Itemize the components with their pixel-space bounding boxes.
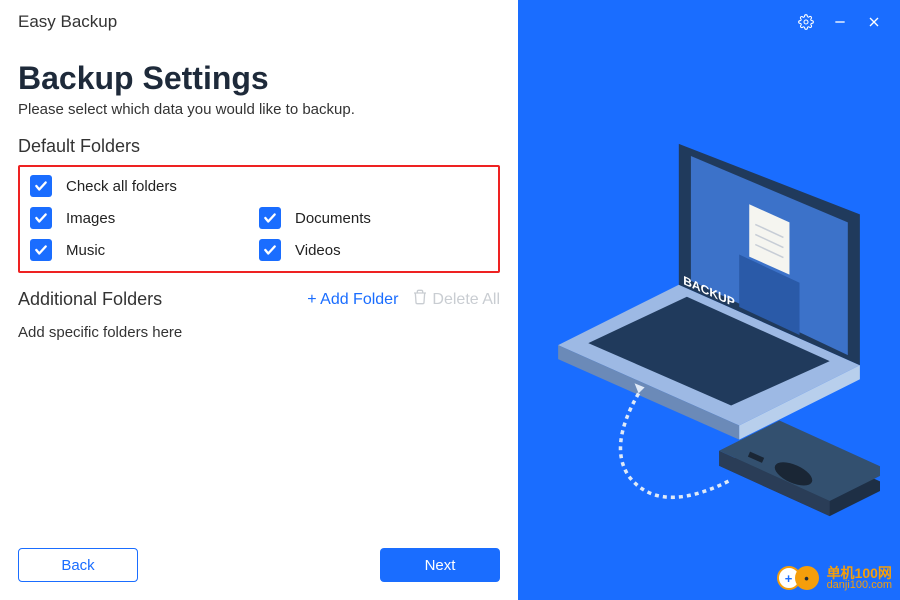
add-folder-button[interactable]: + Add Folder [307,291,398,309]
bottom-bar: Back Next [18,548,500,582]
documents-row[interactable]: Documents [259,207,488,229]
watermark-url: danji100.com [827,580,892,591]
additional-placeholder: Add specific folders here [18,324,500,341]
watermark-cn: 单机100网 [827,566,892,580]
watermark: + • 单机100网 danji100.com [777,564,892,592]
watermark-icon: + • [777,564,821,592]
gear-icon[interactable] [798,14,814,30]
documents-checkbox[interactable] [259,207,281,229]
back-button[interactable]: Back [18,548,138,582]
delete-all-button[interactable]: Delete All [412,289,500,310]
additional-folders-label: Additional Folders [18,289,162,310]
additional-header: Additional Folders + Add Folder Delete A… [18,289,500,310]
images-row[interactable]: Images [30,207,259,229]
music-label: Music [66,242,105,259]
page-description: Please select which data you would like … [18,101,500,118]
check-all-row[interactable]: Check all folders [30,175,488,197]
music-checkbox[interactable] [30,239,52,261]
backup-illustration: BACKUP [538,140,880,520]
close-icon[interactable] [866,14,882,30]
check-all-label: Check all folders [66,178,177,195]
right-panel: BACKUP + • 单机100网 danji100.com [518,0,900,600]
documents-label: Documents [295,210,371,227]
default-folders-highlight: Check all folders Images Documents Music [18,165,500,273]
window-controls [798,14,882,30]
additional-actions: + Add Folder Delete All [307,289,500,310]
music-row[interactable]: Music [30,239,259,261]
images-checkbox[interactable] [30,207,52,229]
videos-row[interactable]: Videos [259,239,488,261]
minimize-icon[interactable] [832,14,848,30]
app-title: Easy Backup [18,12,500,32]
videos-label: Videos [295,242,341,259]
default-folders-label: Default Folders [18,136,500,157]
page-title: Backup Settings [18,60,500,97]
check-all-checkbox[interactable] [30,175,52,197]
next-button[interactable]: Next [380,548,500,582]
videos-checkbox[interactable] [259,239,281,261]
delete-all-label: Delete All [432,291,500,309]
left-panel: Easy Backup Backup Settings Please selec… [0,0,518,600]
folder-grid: Check all folders Images Documents Music [30,175,488,261]
images-label: Images [66,210,115,227]
trash-icon [412,289,428,310]
